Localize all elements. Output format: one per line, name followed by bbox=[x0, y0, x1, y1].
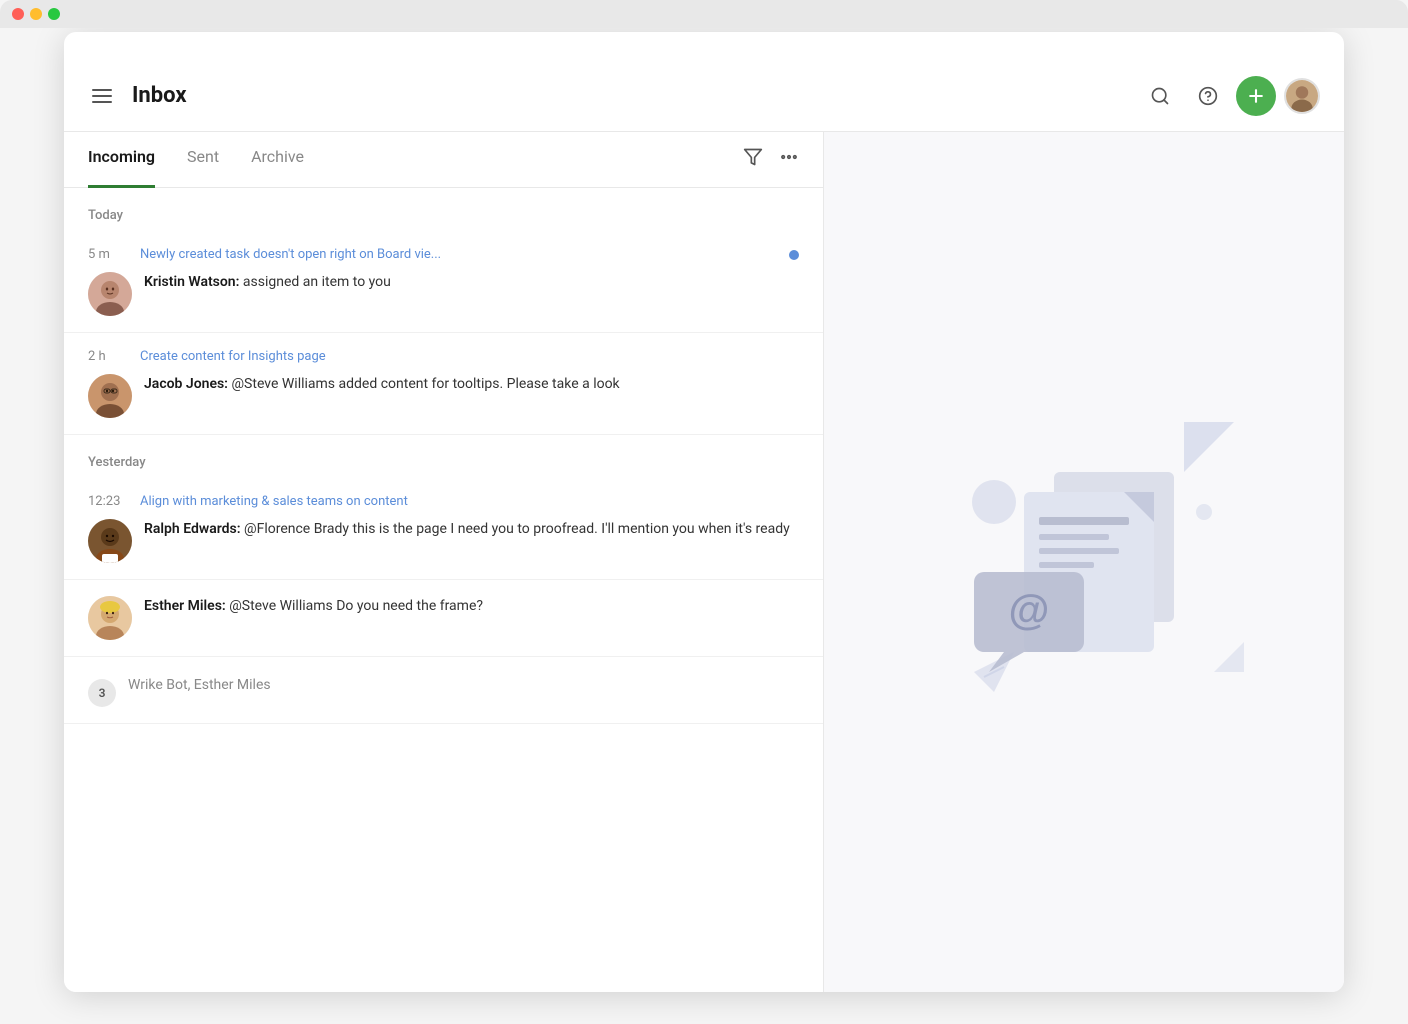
message-text: @Steve Williams Do you need the frame? bbox=[229, 598, 483, 614]
notification-item[interactable]: 12:23 Align with marketing & sales teams… bbox=[64, 478, 823, 580]
notification-meta: 12:23 Align with marketing & sales teams… bbox=[88, 494, 799, 509]
notification-item[interactable]: 5 m Newly created task doesn't open righ… bbox=[64, 231, 823, 333]
notification-list: Today 5 m Newly created task doesn't ope… bbox=[64, 188, 823, 992]
svg-text:@: @ bbox=[1009, 586, 1050, 633]
message-text: assigned an item to you bbox=[243, 274, 391, 290]
tab-list: Incoming Sent Archive bbox=[88, 132, 743, 188]
unread-indicator bbox=[789, 250, 799, 260]
notification-text: Jacob Jones: @Steve Williams added conte… bbox=[144, 374, 620, 395]
notification-body: 3 Wrike Bot, Esther Miles bbox=[88, 673, 799, 707]
sender-avatar bbox=[88, 272, 132, 316]
filter-icon[interactable] bbox=[743, 147, 763, 172]
notification-count: 3 bbox=[88, 679, 116, 707]
main-content: Incoming Sent Archive bbox=[64, 132, 1344, 992]
notification-text: Ralph Edwards: @Florence Brady this is t… bbox=[144, 519, 790, 540]
app-window: Inbox bbox=[64, 32, 1344, 992]
left-panel: Incoming Sent Archive bbox=[64, 132, 824, 992]
help-button[interactable] bbox=[1188, 76, 1228, 116]
sender-avatar bbox=[88, 519, 132, 563]
sender-name: Kristin Watson: bbox=[144, 274, 239, 290]
tab-sent[interactable]: Sent bbox=[187, 132, 219, 188]
notif-task: Align with marketing & sales teams on co… bbox=[140, 494, 799, 509]
section-yesterday: Yesterday bbox=[64, 435, 823, 478]
notif-task: Newly created task doesn't open right on… bbox=[140, 247, 781, 262]
header-left: Inbox bbox=[88, 83, 187, 108]
sender-avatar bbox=[88, 374, 132, 418]
message-text: @Steve Williams added content for toolti… bbox=[231, 376, 619, 392]
menu-toggle-button[interactable] bbox=[88, 85, 116, 107]
sender-name: Esther Miles: bbox=[144, 598, 226, 614]
right-panel-illustration: @ bbox=[824, 132, 1344, 992]
notif-time: 2 h bbox=[88, 349, 132, 364]
notification-text: Esther Miles: @Steve Williams Do you nee… bbox=[144, 596, 483, 617]
notif-task: Create content for Insights page bbox=[140, 349, 799, 364]
notification-item[interactable]: 2 h Create content for Insights page bbox=[64, 333, 823, 435]
add-button[interactable] bbox=[1236, 76, 1276, 116]
grouped-senders: Wrike Bot, Esther Miles bbox=[128, 673, 799, 693]
sender-name: Jacob Jones: bbox=[144, 376, 228, 392]
tabs-bar: Incoming Sent Archive bbox=[64, 132, 823, 188]
notif-time: 12:23 bbox=[88, 494, 132, 509]
app-header: Inbox bbox=[64, 60, 1344, 132]
tab-archive[interactable]: Archive bbox=[251, 132, 304, 188]
notification-body: Ralph Edwards: @Florence Brady this is t… bbox=[88, 519, 799, 563]
notification-body: Esther Miles: @Steve Williams Do you nee… bbox=[88, 596, 799, 640]
notification-item[interactable]: 3 Wrike Bot, Esther Miles bbox=[64, 657, 823, 724]
message-text: @Florence Brady this is the page I need … bbox=[244, 521, 790, 537]
sender-name: Ralph Edwards: bbox=[144, 521, 241, 537]
notification-item[interactable]: Esther Miles: @Steve Williams Do you nee… bbox=[64, 580, 823, 657]
notification-body: Kristin Watson: assigned an item to you bbox=[88, 272, 799, 316]
notification-meta: 2 h Create content for Insights page bbox=[88, 349, 799, 364]
notif-time: 5 m bbox=[88, 247, 132, 262]
notification-text: Kristin Watson: assigned an item to you bbox=[144, 272, 391, 293]
search-button[interactable] bbox=[1140, 76, 1180, 116]
notification-body: Jacob Jones: @Steve Williams added conte… bbox=[88, 374, 799, 418]
tab-actions bbox=[743, 147, 799, 172]
header-right bbox=[1140, 76, 1320, 116]
notification-meta: 5 m Newly created task doesn't open righ… bbox=[88, 247, 799, 262]
tab-incoming[interactable]: Incoming bbox=[88, 132, 155, 188]
sender-avatar bbox=[88, 596, 132, 640]
inbox-illustration: @ bbox=[894, 382, 1274, 742]
section-today: Today bbox=[64, 188, 823, 231]
user-avatar-button[interactable] bbox=[1284, 78, 1320, 114]
page-title: Inbox bbox=[132, 83, 187, 108]
more-options-icon[interactable] bbox=[779, 147, 799, 172]
